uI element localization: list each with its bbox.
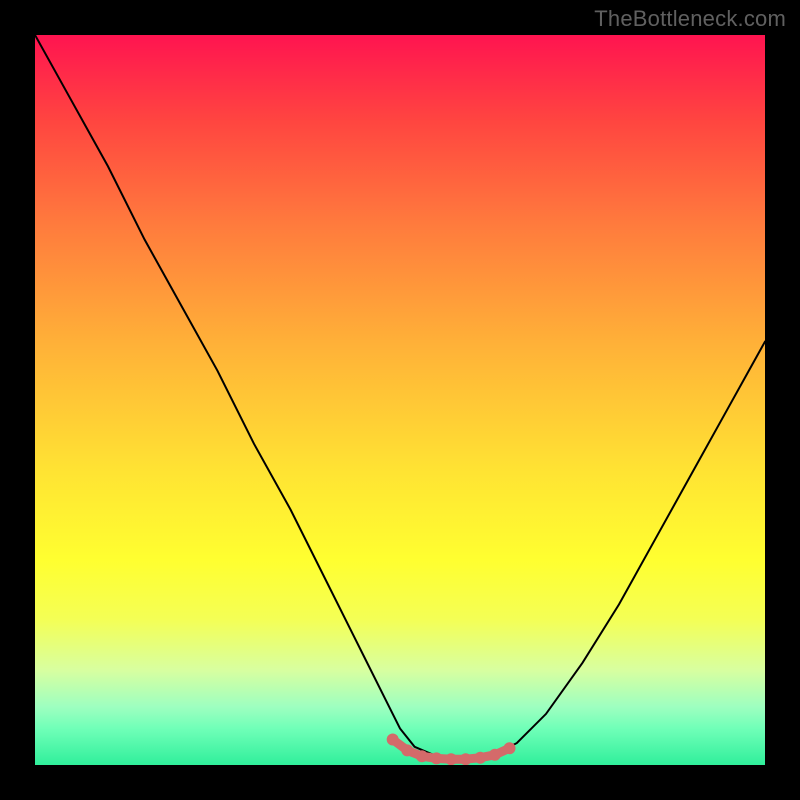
optimal-dot [387, 734, 399, 746]
optimal-dot [474, 752, 486, 764]
optimal-dot [445, 753, 457, 765]
optimal-zone-dots [387, 734, 516, 766]
bottleneck-curve [35, 35, 765, 759]
optimal-dot [431, 752, 443, 764]
curve-layer [35, 35, 765, 765]
optimal-dot [401, 744, 413, 756]
optimal-dot [416, 750, 428, 762]
optimal-dot [504, 742, 516, 754]
optimal-dot [489, 749, 501, 761]
optimal-dot [460, 753, 472, 765]
chart-frame: TheBottleneck.com [0, 0, 800, 800]
watermark-text: TheBottleneck.com [594, 6, 786, 32]
plot-area [35, 35, 765, 765]
